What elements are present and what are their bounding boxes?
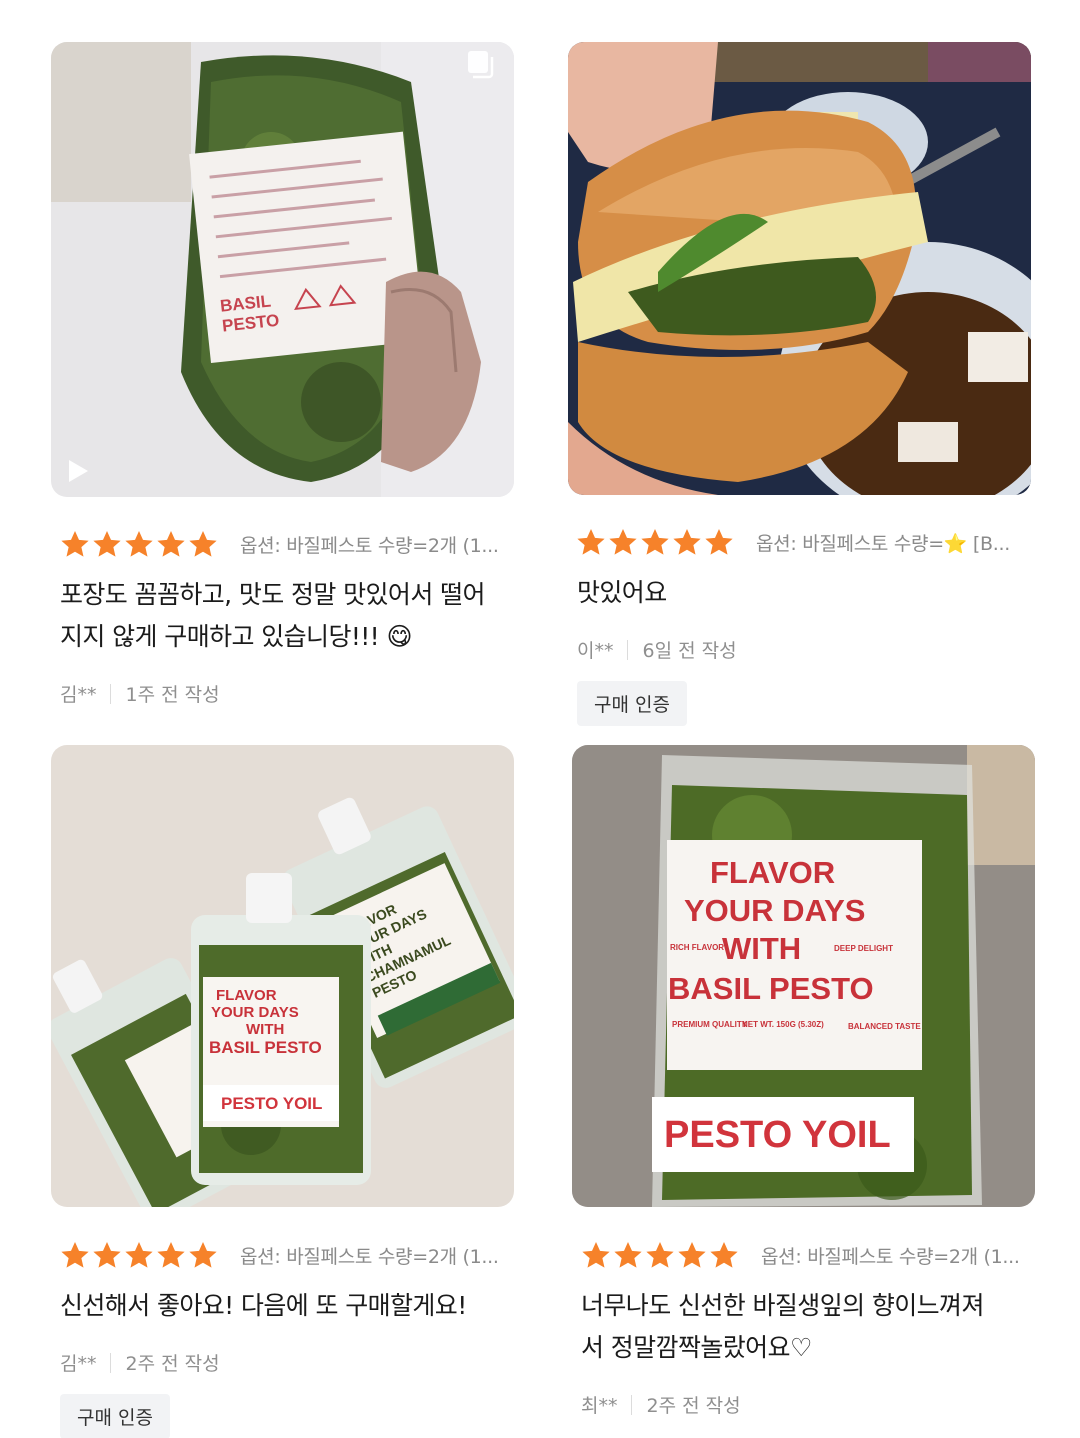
label-line: FLAVOR	[710, 855, 835, 890]
divider	[110, 683, 112, 704]
review-card[interactable]: FLAVOR YOUR DAYS WITH BASIL PESTO RICH F…	[572, 745, 1035, 1418]
rating-row: 옵션: 바질페스토 수량=⭐ [B...	[568, 525, 1031, 559]
star-icon	[705, 529, 733, 555]
pesto-pouch-photo: FLAVOR YOUR DAYS WITH BASIL PESTO RICH F…	[572, 745, 1035, 1207]
review-meta: 김** 1주 전 작성	[51, 680, 514, 707]
purchase-verified-badge: 구매 인증	[60, 1394, 170, 1438]
star-icon	[157, 531, 185, 557]
author-name: 이**	[577, 640, 614, 662]
star-icon	[189, 1242, 217, 1268]
review-grid: BASIL PESTO 옵션: 바질페스토 수량=2개 (1... 포장도 꼼꼼…	[0, 0, 1080, 1438]
pesto-bag-photo: BASIL PESTO	[51, 42, 514, 497]
pesto-pouches-photo: FLAVOR YOUR DAYS WITH CHAMNAMUL PESTO FL…	[51, 745, 514, 1207]
review-date: 2주 전 작성	[125, 1353, 220, 1375]
label-small: NET WT. 150G (5.30Z)	[742, 1020, 824, 1029]
purchase-option: 옵션: 바질페스토 수량=2개 (1...	[761, 1245, 1020, 1268]
star-icon	[582, 1242, 610, 1268]
star-icon	[673, 529, 701, 555]
review-card[interactable]: 옵션: 바질페스토 수량=⭐ [B... 맛있어요 이** 6일 전 작성 구매…	[568, 42, 1031, 726]
pouch-b-line: FLAVOR	[216, 987, 277, 1004]
review-date: 6일 전 작성	[642, 640, 737, 662]
rating-row: 옵션: 바질페스토 수량=2개 (1...	[572, 1238, 1035, 1272]
review-text-line: 포장도 꼼꼼하고, 맛도 정말 맛있어서 떨어	[60, 580, 485, 609]
multi-image-icon	[468, 51, 494, 79]
star-icon	[125, 531, 153, 557]
label-small: DEEP DELIGHT	[834, 944, 893, 953]
star-icon	[157, 1242, 185, 1268]
review-text-line: 지지 않게 구매하고 있습니당!!! 😋	[60, 622, 413, 651]
sandwich-photo	[568, 42, 1031, 495]
review-text-line: 서 정말깜짝놀랐어요♡	[581, 1333, 812, 1362]
review-meta: 이** 6일 전 작성	[568, 636, 1031, 663]
review-text-line: 너무나도 신선한 바질생잎의 향이느껴져	[581, 1291, 984, 1320]
pouch-b-brand: PESTO YOIL	[221, 1094, 322, 1113]
star-icon	[641, 529, 669, 555]
brand-mark: PESTO YOIL	[664, 1114, 891, 1156]
label-small: PREMIUM QUALITY	[672, 1020, 748, 1029]
star-rating	[576, 527, 734, 557]
review-date: 2주 전 작성	[646, 1395, 741, 1417]
author-name: 김**	[60, 684, 97, 706]
review-date: 1주 전 작성	[125, 684, 220, 706]
rating-row: 옵션: 바질페스토 수량=2개 (1...	[51, 1238, 514, 1272]
star-icon	[710, 1242, 738, 1268]
star-icon	[93, 531, 121, 557]
star-icon	[125, 1242, 153, 1268]
label-small: RICH FLAVOR	[670, 943, 724, 952]
star-icon	[609, 529, 637, 555]
review-photo-video[interactable]: BASIL PESTO	[51, 42, 514, 497]
review-text-line: 신선해서 좋아요! 다음에 또 구매할게요!	[60, 1291, 467, 1320]
label-line: YOUR DAYS	[684, 893, 865, 928]
author-name: 김**	[60, 1353, 97, 1375]
label-line: WITH	[722, 931, 801, 966]
review-card[interactable]: FLAVOR YOUR DAYS WITH CHAMNAMUL PESTO FL…	[51, 745, 514, 1438]
star-rating	[581, 1240, 739, 1270]
star-icon	[577, 529, 605, 555]
review-text-line: 맛있어요	[577, 578, 667, 607]
review-text[interactable]: 너무나도 신선한 바질생잎의 향이느껴져 서 정말깜짝놀랐어요♡	[572, 1285, 1035, 1369]
divider	[627, 639, 629, 660]
purchase-option: 옵션: 바질페스토 수량=2개 (1...	[240, 1245, 499, 1268]
label-line: BASIL PESTO	[668, 971, 874, 1006]
star-icon	[614, 1242, 642, 1268]
divider	[631, 1394, 633, 1415]
pouch-b-line: YOUR DAYS	[211, 1004, 299, 1021]
review-photo[interactable]: FLAVOR YOUR DAYS WITH CHAMNAMUL PESTO FL…	[51, 745, 514, 1207]
pouch-b-line: BASIL PESTO	[209, 1038, 322, 1057]
review-text[interactable]: 신선해서 좋아요! 다음에 또 구매할게요!	[51, 1285, 514, 1327]
star-icon	[646, 1242, 674, 1268]
author-name: 최**	[581, 1395, 618, 1417]
star-icon	[678, 1242, 706, 1268]
divider	[110, 1352, 112, 1373]
review-photo[interactable]: FLAVOR YOUR DAYS WITH BASIL PESTO RICH F…	[572, 745, 1035, 1207]
review-card[interactable]: BASIL PESTO 옵션: 바질페스토 수량=2개 (1... 포장도 꼼꼼…	[51, 42, 514, 707]
play-icon[interactable]	[65, 458, 91, 484]
label-small: BALANCED TASTE	[848, 1022, 921, 1031]
review-meta: 최** 2주 전 작성	[572, 1391, 1035, 1418]
pouch-b-line: WITH	[246, 1021, 284, 1038]
purchase-verified-badge: 구매 인증	[577, 681, 687, 726]
review-text[interactable]: 포장도 꼼꼼하고, 맛도 정말 맛있어서 떨어 지지 않게 구매하고 있습니당!…	[51, 574, 514, 658]
star-icon	[61, 1242, 89, 1268]
review-meta: 김** 2주 전 작성	[51, 1349, 514, 1376]
purchase-option: 옵션: 바질페스토 수량=⭐ [B...	[756, 532, 1010, 555]
star-icon	[189, 531, 217, 557]
review-text[interactable]: 맛있어요	[568, 572, 1031, 614]
purchase-option: 옵션: 바질페스토 수량=2개 (1...	[240, 534, 499, 557]
rating-row: 옵션: 바질페스토 수량=2개 (1...	[51, 527, 514, 561]
star-icon	[61, 531, 89, 557]
star-rating	[60, 1240, 218, 1270]
review-photo[interactable]	[568, 42, 1031, 495]
star-icon	[93, 1242, 121, 1268]
star-rating	[60, 529, 218, 559]
